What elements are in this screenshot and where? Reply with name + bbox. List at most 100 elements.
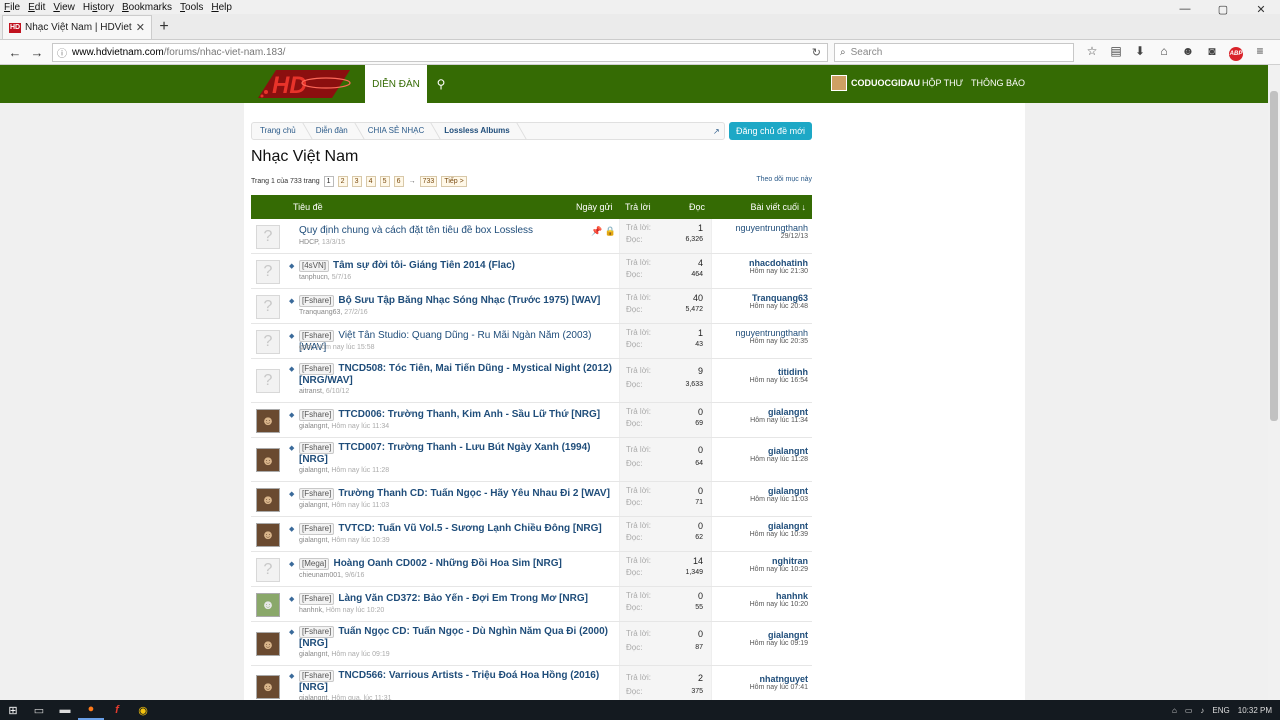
author-avatar[interactable]: ☻ xyxy=(256,674,280,699)
follow-forum-link[interactable]: Theo dõi mục này xyxy=(756,176,812,183)
thread-author[interactable]: aitranst, xyxy=(299,388,324,395)
site-info-icon[interactable]: ⓘ xyxy=(57,45,67,60)
windows-start-icon[interactable]: ⊞ xyxy=(0,700,26,720)
thread-author[interactable]: gialangnt, xyxy=(299,537,329,544)
menu-view[interactable]: View xyxy=(53,2,75,13)
thread-title[interactable]: [Fshare] Trường Thanh CD: Tuấn Ngọc - Hãy… xyxy=(299,488,619,500)
breadcrumb-lossless[interactable]: Lossless Albums xyxy=(436,123,522,139)
scrollbar-thumb[interactable] xyxy=(1270,91,1278,421)
thread-title[interactable]: [4sVN] Tâm sự đời tôi- Giáng Tiên 2014 (F… xyxy=(299,260,619,272)
thread-title-text[interactable]: Tâm sự đời tôi- Giáng Tiên 2014 (Flac) xyxy=(333,260,515,271)
close-tab-icon[interactable]: ✕ xyxy=(136,21,145,34)
prefix-tag[interactable]: [Fshare] xyxy=(299,330,335,342)
prefix-tag[interactable]: [Fshare] xyxy=(299,442,335,454)
author-avatar[interactable]: ? xyxy=(256,259,280,284)
last-post-user[interactable]: gialangnt xyxy=(750,407,808,417)
back-button[interactable]: ← xyxy=(4,42,26,62)
last-post-date[interactable]: Hôm nay lúc 10:39 xyxy=(750,531,808,538)
last-post-user[interactable]: nhatnguyet xyxy=(750,674,809,684)
last-post-user[interactable]: gialangnt xyxy=(750,521,808,531)
last-post-date[interactable]: Hôm nay lúc 11:03 xyxy=(750,496,808,503)
thread-author[interactable]: chieunam001, xyxy=(299,572,343,579)
prefix-tag[interactable]: [Fshare] xyxy=(299,593,335,605)
prefix-tag[interactable]: [Fshare] xyxy=(299,670,335,682)
unread-icon[interactable]: ◆ xyxy=(289,444,294,452)
unread-icon[interactable]: ◆ xyxy=(289,560,294,568)
search-bar[interactable]: ⌕ Search xyxy=(834,42,1074,62)
page-scrollbar[interactable] xyxy=(1268,65,1280,700)
last-post-date[interactable]: Hôm nay lúc 09:19 xyxy=(750,640,808,647)
new-tab-button[interactable]: + xyxy=(152,15,176,39)
hdvietnam-logo[interactable]: HD xyxy=(254,68,356,100)
last-post-date[interactable]: Hôm nay lúc 20:35 xyxy=(735,338,808,345)
firefox-icon[interactable]: ● xyxy=(78,700,104,720)
url-bar[interactable]: ⓘ www.hdvietnam.com /forums/nhac-viet-na… xyxy=(52,42,828,62)
forward-button[interactable]: → xyxy=(26,42,48,62)
volume-icon[interactable]: ♪ xyxy=(1200,706,1204,715)
thread-title[interactable]: [Fshare] Bộ Sưu Tập Băng Nhạc Sóng Nhạc (… xyxy=(299,295,619,307)
last-post-user[interactable]: gialangnt xyxy=(750,486,808,496)
col-date[interactable]: Ngày gửi xyxy=(576,202,613,212)
menu-tools[interactable]: Tools xyxy=(180,2,203,13)
last-post-date[interactable]: Hôm nay lúc 16:54 xyxy=(750,377,808,384)
language-indicator[interactable]: ENG xyxy=(1212,706,1229,715)
thread-author[interactable]: gialangnt, xyxy=(299,651,329,658)
unread-icon[interactable]: ◆ xyxy=(289,332,294,340)
page-next-button[interactable]: Tiếp > xyxy=(441,176,467,187)
unread-icon[interactable]: ◆ xyxy=(289,595,294,603)
unread-icon[interactable]: ◆ xyxy=(289,628,294,636)
thread-author[interactable]: gialangnt, xyxy=(299,467,329,474)
bookmark-star-icon[interactable]: ☆ xyxy=(1080,44,1104,61)
breadcrumb-home[interactable]: Trang chủ xyxy=(252,123,308,139)
browser-tab[interactable]: HD Nhạc Việt Nam | HDVietna... ✕ xyxy=(2,15,152,39)
prefix-tag[interactable]: [Fshare] xyxy=(299,626,335,638)
reload-icon[interactable]: ↻ xyxy=(812,46,821,59)
last-post-user[interactable]: nhacdohatinh xyxy=(749,258,808,268)
thread-title-text[interactable]: TTCD006: Trường Thanh, Kim Anh - Sầu Lữ … xyxy=(338,409,600,420)
author-avatar[interactable]: ? xyxy=(256,329,280,354)
author-avatar[interactable]: ☻ xyxy=(256,632,280,656)
prefix-tag[interactable]: [Fshare] xyxy=(299,363,335,375)
menu-file[interactable]: File xyxy=(4,2,20,13)
adblock-icon[interactable]: ABP xyxy=(1224,44,1248,61)
maximize-button[interactable]: ▢ xyxy=(1204,0,1242,18)
last-post-date[interactable]: 29/12/13 xyxy=(735,233,808,240)
last-post-date[interactable]: Hôm nay lúc 21:30 xyxy=(749,268,808,275)
file-explorer-icon[interactable]: ▬ xyxy=(52,700,78,720)
people-icon[interactable]: ⌂ xyxy=(1172,706,1177,715)
thread-title[interactable]: [Fshare] TVTCD: Tuấn Vũ Vol.5 - Sương Lạn… xyxy=(299,523,619,535)
menu-icon[interactable]: ≡ xyxy=(1248,44,1272,61)
network-icon[interactable]: ▭ xyxy=(1185,706,1193,715)
jump-to-icon[interactable]: ↗ xyxy=(713,127,720,136)
unread-icon[interactable]: ◆ xyxy=(289,525,294,533)
last-post-date[interactable]: Hôm nay lúc 10:20 xyxy=(750,601,808,608)
author-avatar[interactable]: ? xyxy=(256,369,280,393)
prefix-tag[interactable]: [Fshare] xyxy=(299,523,335,535)
prefix-tag[interactable]: [Fshare] xyxy=(299,488,335,500)
page-link[interactable]: 2 xyxy=(337,176,348,187)
unread-icon[interactable]: ◆ xyxy=(289,365,294,373)
thread-title-text[interactable]: Tuấn Ngọc CD: Tuấn Ngọc - Dù Nghìn Năm Q… xyxy=(299,626,608,649)
pocket-icon[interactable]: ◙ xyxy=(1200,44,1224,61)
last-post-date[interactable]: Hôm nay lúc 07:41 xyxy=(750,684,808,691)
thread-title[interactable]: [Fshare] TNCD566: Varrious Artists - Triệ… xyxy=(299,670,619,694)
thread-author[interactable]: gialangnt, xyxy=(299,502,329,509)
col-title[interactable]: Tiêu đề xyxy=(293,202,323,212)
minimize-button[interactable]: — xyxy=(1166,0,1204,18)
thread-author[interactable]: gobi, xyxy=(299,344,314,351)
last-post-user[interactable]: nguyentrungthanh xyxy=(735,223,808,233)
unread-icon[interactable]: ◆ xyxy=(289,262,294,270)
last-post-user[interactable]: nghitran xyxy=(750,556,808,566)
last-post-user[interactable]: Tranquang63 xyxy=(750,293,808,303)
author-avatar[interactable]: ? xyxy=(256,224,280,249)
reading-list-icon[interactable]: ▤ xyxy=(1104,44,1128,61)
thread-title-text[interactable]: Trường Thanh CD: Tuấn Ngọc - Hãy Yêu Nha… xyxy=(338,488,610,499)
last-post-user[interactable]: titidinh xyxy=(750,367,808,377)
thread-title[interactable]: [Fshare] Làng Văn CD372: Bảo Yến - Đợi Em… xyxy=(299,593,619,605)
page-link[interactable]: 5 xyxy=(379,176,390,187)
author-avatar[interactable]: ? xyxy=(256,294,280,319)
chrome-icon[interactable]: ◉ xyxy=(130,700,156,720)
last-post-date[interactable]: Hôm nay lúc 20:48 xyxy=(750,303,808,310)
breadcrumb-music[interactable]: CHIA SẺ NHẠC xyxy=(360,123,436,139)
thread-author[interactable]: tanphucn, xyxy=(299,274,330,281)
